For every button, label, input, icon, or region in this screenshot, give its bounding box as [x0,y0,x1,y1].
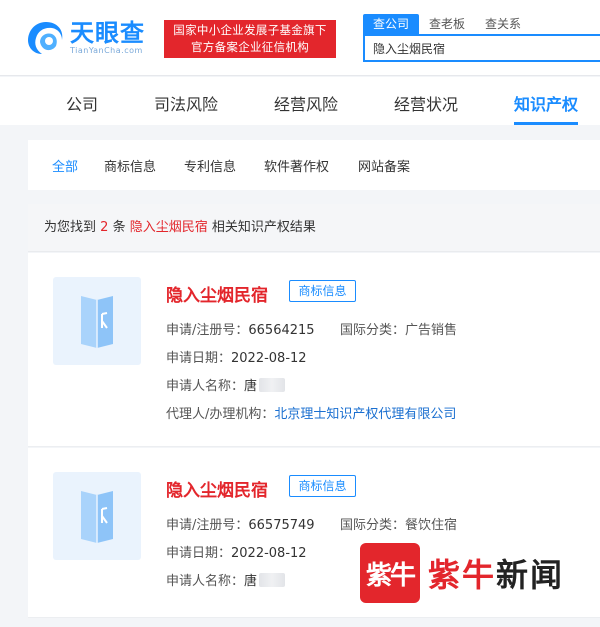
result-count-number: 2 [100,220,109,235]
banner-line-1: 国家中小企业发展子基金旗下 [173,23,327,37]
trademark-tag[interactable]: 商标信息 [289,475,356,497]
intl-class: 餐饮住宿 [405,518,458,533]
search-tab-company[interactable]: 查公司 [363,14,420,34]
trademark-title[interactable]: 隐入尘烟民宿 [166,476,268,501]
ip-subnav: 全部 商标信息 专利信息 软件著作权 网站备案 [28,140,600,190]
official-banner[interactable]: 国家中小企业发展子基金旗下 官方备案企业征信机构 [164,20,336,58]
ziniu-logo-icon: 紫牛 [360,543,420,603]
agent-link[interactable]: 北京理士知识产权代理有限公司 [274,407,456,422]
book-icon [81,296,113,348]
applicant-row: 申请人名称：唐 [166,570,286,589]
trademark-thumbnail[interactable] [53,277,141,365]
header: 天眼查 TianYanCha.com 国家中小企业发展子基金旗下 官方备案企业征… [0,0,600,76]
nav-business-status[interactable]: 经营状况 [394,91,458,115]
subnav-software-copyright[interactable]: 软件著作权 [264,156,329,175]
trademark-title[interactable]: 隐入尘烟民宿 [166,281,268,306]
search-tab-boss[interactable]: 查老板 [419,14,475,34]
nav-judicial-risk[interactable]: 司法风险 [154,91,218,115]
apply-date: 2022-08-12 [231,351,307,366]
reg-number-row: 申请/注册号：66564215 [166,323,315,338]
trademark-tag[interactable]: 商标信息 [289,280,356,302]
applicant-row: 申请人名称：唐 [166,375,286,394]
subnav-trademark[interactable]: 商标信息 [104,156,156,175]
apply-date: 2022-08-12 [231,546,307,561]
result-card: 隐入尘烟民宿 商标信息 申请/注册号：66564215 国际分类：广告销售 申请… [28,253,600,447]
logo-domain: TianYanCha.com [70,46,143,55]
subnav-all[interactable]: 全部 [52,156,78,175]
eye-logo-icon [26,18,66,58]
logo-name: 天眼查 [70,19,145,47]
result-keyword: 隐入尘烟民宿 [129,220,208,235]
intl-class-row: 国际分类：餐饮住宿 [340,518,458,533]
search-tabs: 查公司 查老板 查关系 [363,14,531,34]
banner-line-2: 官方备案企业征信机构 [191,40,309,54]
intl-class: 广告销售 [405,323,458,338]
main-nav: 公司 司法风险 经营风险 经营状况 知识产权 [0,77,600,125]
applicant-name: 唐 [244,574,258,589]
apply-date-row: 申请日期：2022-08-12 [166,351,307,366]
watermark-text: 紫牛新闻 [428,556,565,594]
subnav-patent[interactable]: 专利信息 [184,156,236,175]
nav-business-risk[interactable]: 经营风险 [274,91,338,115]
reg-number-row: 申请/注册号：66575749 [166,518,315,533]
redacted-name [259,573,286,587]
agent-row: 代理人/办理机构：北京理士知识产权代理有限公司 [166,407,457,422]
tianyancha-logo[interactable]: 天眼查 TianYanCha.com [26,18,145,58]
search-tab-relation[interactable]: 查关系 [475,14,531,34]
book-icon [81,491,113,543]
nav-intellectual-property[interactable]: 知识产权 [514,91,578,115]
result-count: 为您找到 2 条 隐入尘烟民宿 相关知识产权结果 [28,204,600,252]
applicant-name: 唐 [244,379,258,394]
apply-date-row: 申请日期：2022-08-12 [166,546,307,561]
ziniu-news-watermark: 紫牛 紫牛新闻 [360,540,592,606]
redacted-name [259,378,286,392]
reg-number: 66564215 [248,323,315,338]
trademark-thumbnail[interactable] [53,472,141,560]
subnav-website-filing[interactable]: 网站备案 [358,156,410,175]
nav-active-indicator [514,122,578,125]
intl-class-row: 国际分类：广告销售 [340,323,458,338]
search-input[interactable]: 隐入尘烟民宿 [363,34,600,62]
nav-company[interactable]: 公司 [66,91,98,115]
reg-number: 66575749 [248,518,315,533]
